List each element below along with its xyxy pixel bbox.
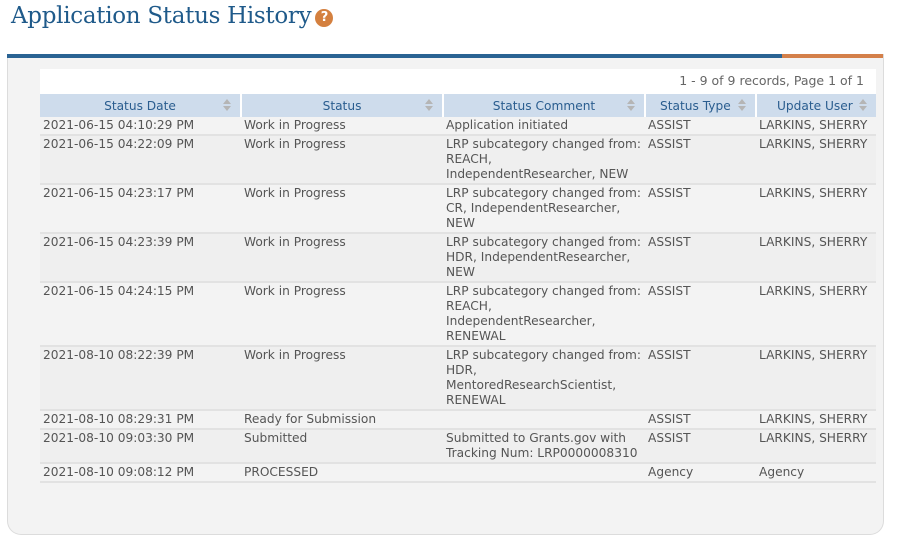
cell-status: PROCESSED [241, 463, 443, 483]
cell-status-comment: LRP subcategory changed from: REACH, Ind… [443, 282, 645, 347]
cell-update-user: LARKINS, SHERRY [756, 282, 876, 347]
table-row: 2021-08-10 08:22:39 PM Work in Progress … [40, 346, 876, 411]
table-body: 2021-06-15 04:10:29 PM Work in Progress … [40, 117, 876, 483]
column-header-label: Status Comment [492, 98, 596, 113]
records-summary: 1 - 9 of 9 records, Page 1 of 1 [679, 73, 864, 88]
cell-status-comment [443, 463, 645, 483]
cell-status: Work in Progress [241, 282, 443, 347]
cell-status: Work in Progress [241, 233, 443, 283]
cell-update-user: LARKINS, SHERRY [756, 117, 876, 136]
cell-status: Work in Progress [241, 184, 443, 234]
sort-icon[interactable] [627, 99, 635, 112]
column-header-update-user[interactable]: Update User [756, 94, 876, 117]
table-row: 2021-06-15 04:23:17 PM Work in Progress … [40, 184, 876, 234]
cell-status-comment: LRP subcategory changed from: REACH, Ind… [443, 135, 645, 185]
column-header-label: Update User [777, 98, 853, 113]
cell-status-type: ASSIST [645, 346, 756, 411]
column-header-status[interactable]: Status [241, 94, 444, 117]
cell-status-comment: LRP subcategory changed from: CR, Indepe… [443, 184, 645, 234]
cell-status-type: ASSIST [645, 233, 756, 283]
table-row: 2021-06-15 04:22:09 PM Work in Progress … [40, 135, 876, 185]
page-title: Application Status History? [11, 0, 334, 32]
cell-status-comment [443, 410, 645, 430]
cell-status-date: 2021-06-15 04:23:17 PM [40, 184, 241, 234]
cell-status: Ready for Submission [241, 410, 443, 430]
sort-icon[interactable] [738, 99, 746, 112]
cell-update-user: LARKINS, SHERRY [756, 233, 876, 283]
table-row: 2021-06-15 04:10:29 PM Work in Progress … [40, 117, 876, 136]
cell-update-user: LARKINS, SHERRY [756, 410, 876, 430]
cell-status-type: ASSIST [645, 117, 756, 136]
cell-update-user: LARKINS, SHERRY [756, 346, 876, 411]
panel-top-bar [7, 54, 883, 58]
cell-update-user: LARKINS, SHERRY [756, 135, 876, 185]
cell-status-comment: Submitted to Grants.gov with Tracking Nu… [443, 429, 645, 464]
cell-status: Work in Progress [241, 135, 443, 185]
cell-status-type: ASSIST [645, 410, 756, 430]
column-header-status-date[interactable]: Status Date [40, 94, 242, 117]
cell-status-type: Agency [645, 463, 756, 483]
sort-icon[interactable] [859, 99, 867, 112]
cell-status-comment: Application initiated [443, 117, 645, 136]
column-header-status-type[interactable]: Status Type [645, 94, 757, 117]
cell-status: Work in Progress [241, 346, 443, 411]
cell-status-date: 2021-06-15 04:24:15 PM [40, 282, 241, 347]
cell-status-type: ASSIST [645, 135, 756, 185]
cell-status-date: 2021-06-15 04:10:29 PM [40, 117, 241, 136]
table-row: 2021-08-10 09:03:30 PM Submitted Submitt… [40, 429, 876, 464]
sort-icon[interactable] [425, 99, 433, 112]
cell-status-date: 2021-08-10 09:08:12 PM [40, 463, 241, 483]
table-header-row: Status Date Status Status Comment Status… [40, 94, 876, 117]
table-row: 2021-08-10 09:08:12 PM PROCESSED Agency … [40, 463, 876, 483]
column-header-label: Status Type [660, 98, 731, 113]
cell-status-comment: LRP subcategory changed from: HDR, Indep… [443, 233, 645, 283]
cell-update-user: Agency [756, 463, 876, 483]
cell-status: Work in Progress [241, 117, 443, 136]
cell-status-date: 2021-06-15 04:22:09 PM [40, 135, 241, 185]
cell-status-date: 2021-08-10 08:22:39 PM [40, 346, 241, 411]
cell-status-type: ASSIST [645, 282, 756, 347]
question-circle-icon[interactable]: ? [315, 9, 334, 27]
cell-status-comment: LRP subcategory changed from: HDR, Mento… [443, 346, 645, 411]
cell-status-date: 2021-08-10 08:29:31 PM [40, 410, 241, 430]
column-header-status-comment[interactable]: Status Comment [443, 94, 646, 117]
cell-update-user: LARKINS, SHERRY [756, 429, 876, 464]
page-title-text: Application Status History [11, 3, 312, 29]
pager-bar: 1 - 9 of 9 records, Page 1 of 1 [40, 69, 876, 94]
sort-icon[interactable] [223, 99, 231, 112]
table-row: 2021-08-10 08:29:31 PM Ready for Submiss… [40, 410, 876, 430]
panel-top-bar-accent [782, 54, 883, 58]
cell-status: Submitted [241, 429, 443, 464]
status-history-table: Status Date Status Status Comment Status… [40, 94, 876, 483]
table-row: 2021-06-15 04:23:39 PM Work in Progress … [40, 233, 876, 283]
cell-status-date: 2021-06-15 04:23:39 PM [40, 233, 241, 283]
cell-update-user: LARKINS, SHERRY [756, 184, 876, 234]
column-header-label: Status Date [104, 98, 176, 113]
cell-status-date: 2021-08-10 09:03:30 PM [40, 429, 241, 464]
cell-status-type: ASSIST [645, 429, 756, 464]
table-row: 2021-06-15 04:24:15 PM Work in Progress … [40, 282, 876, 347]
cell-status-type: ASSIST [645, 184, 756, 234]
column-header-label: Status [322, 98, 362, 113]
